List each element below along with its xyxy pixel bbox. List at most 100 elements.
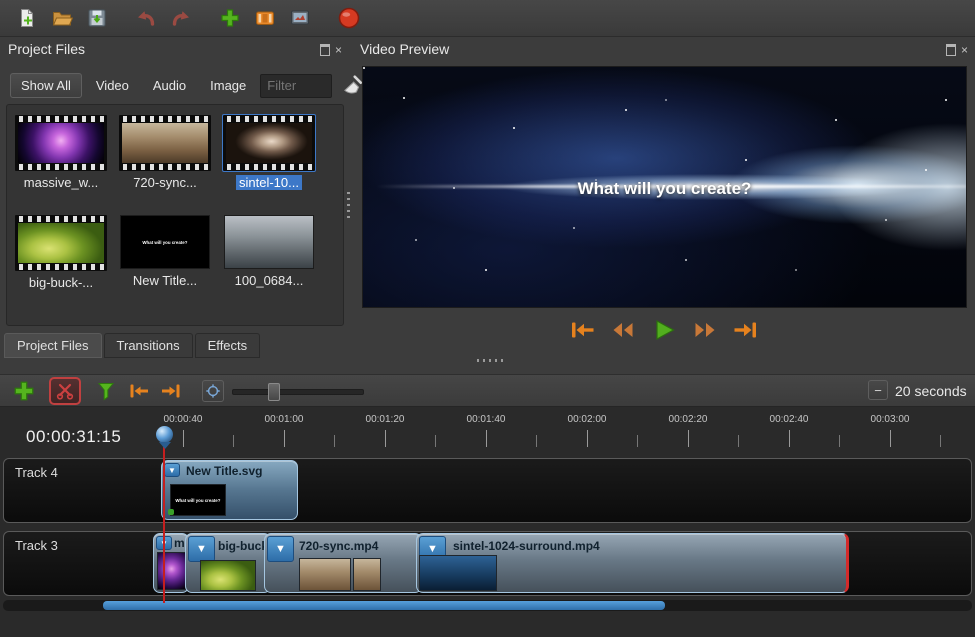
previous-marker-button[interactable] [128, 382, 150, 400]
zoom-scale-label: 20 seconds [895, 383, 967, 401]
fast-forward-button[interactable] [688, 316, 722, 344]
clip-new-title[interactable]: ▼ New Title.svg What will you create? [161, 460, 298, 520]
track-name: Track 4 [15, 465, 58, 480]
ruler-tick [637, 435, 638, 447]
file-item[interactable]: 720-sync... [113, 111, 217, 211]
clip-bigbuck[interactable]: ▼ big-buck- [185, 533, 271, 593]
clip-720-sync[interactable]: ▼ 720-sync.mp4 [264, 533, 422, 593]
timeline-ruler[interactable]: 00:00:40 00:01:00 00:01:20 00:01:40 00:0… [0, 407, 975, 455]
timeline-toolbar: − 20 seconds [0, 374, 975, 407]
razor-tool-button[interactable] [49, 377, 81, 405]
thumbnail-caption: What will you create? [142, 240, 187, 245]
choose-profile-button[interactable] [250, 3, 280, 33]
clip-menu-chevron-icon[interactable]: ▼ [188, 536, 215, 562]
fullscreen-button[interactable] [285, 3, 315, 33]
clip-sintel[interactable]: ▼ sintel-1024-surround.mp4 [416, 533, 849, 593]
file-item[interactable]: massive_w... [9, 111, 113, 211]
video-filter-button[interactable]: Video [86, 74, 139, 97]
undock-icon[interactable] [320, 44, 330, 56]
tab-transitions[interactable]: Transitions [104, 333, 193, 358]
title-thumbnail: What will you create? [120, 215, 210, 269]
image-filter-button[interactable]: Image [200, 74, 256, 97]
play-button[interactable] [647, 316, 681, 344]
redo-button[interactable] [166, 3, 196, 33]
project-files-title: Project Files [8, 41, 85, 59]
show-all-filter-button[interactable]: Show All [10, 73, 82, 98]
ruler-tick [334, 435, 335, 447]
clip-label: m [174, 536, 185, 550]
ruler-tick-label: 00:03:00 [871, 414, 910, 425]
video-preview-frame[interactable]: What will you create? [362, 66, 967, 308]
tab-effects[interactable]: Effects [195, 333, 261, 358]
jump-end-button[interactable] [729, 316, 763, 344]
add-track-button[interactable] [12, 379, 36, 403]
zoom-seconds-text: 20 seconds [895, 383, 967, 399]
undock-icon[interactable] [946, 44, 956, 56]
ruler-tick [284, 430, 285, 447]
video-preview-heading: Video Preview [360, 41, 449, 57]
zoom-out-button[interactable]: − [868, 380, 888, 400]
audio-filter-button[interactable]: Audio [143, 74, 196, 97]
ruler-tick [890, 430, 891, 447]
next-marker-button[interactable] [160, 382, 182, 400]
horizontal-splitter-handle[interactable] [477, 359, 504, 362]
save-icon [86, 7, 108, 29]
video-thumbnail [119, 115, 211, 171]
file-label: 100_0684... [235, 273, 304, 288]
close-icon[interactable]: × [961, 45, 968, 55]
video-preview-title: Video Preview [360, 41, 449, 59]
file-item[interactable]: big-buck-... [9, 211, 113, 311]
jump-start-button[interactable] [565, 316, 599, 344]
timeline-scrollbar-thumb[interactable] [103, 601, 665, 610]
export-icon [337, 6, 361, 30]
rewind-button[interactable] [606, 316, 640, 344]
video-thumbnail [15, 115, 107, 171]
jump-end-icon [732, 319, 760, 341]
file-label: sintel-10... [236, 175, 302, 190]
clip-label: New Title.svg [186, 464, 262, 478]
video-overlay-text: What will you create? [363, 179, 966, 199]
next-marker-icon [160, 382, 182, 400]
clip-menu-chevron-icon[interactable]: ▼ [164, 463, 180, 477]
open-project-button[interactable] [47, 3, 77, 33]
close-icon[interactable]: × [335, 45, 342, 55]
video-preview-dock-controls: × [946, 44, 968, 56]
undo-button[interactable] [131, 3, 161, 33]
ruler-tick [839, 435, 840, 447]
track-3[interactable]: Track 3 ▼ m ▼ big-buck- ▼ 720-sync.mp4 ▼… [3, 531, 972, 596]
center-playhead-button[interactable] [202, 380, 224, 402]
clip-menu-chevron-icon[interactable]: ▼ [267, 536, 294, 562]
clear-filter-broom-icon[interactable] [340, 74, 364, 98]
file-item[interactable]: What will you create? New Title... [113, 211, 217, 311]
clip-massive[interactable]: ▼ m [153, 533, 189, 593]
save-project-button[interactable] [82, 3, 112, 33]
timeline-scrollbar[interactable] [3, 600, 972, 611]
project-files-dock-controls: × [320, 44, 342, 56]
clip-thumbnail [353, 558, 381, 591]
clip-thumbnail [200, 560, 256, 591]
vertical-splitter-handle[interactable] [347, 192, 350, 218]
ruler-tick [940, 435, 941, 447]
export-video-button[interactable] [334, 3, 364, 33]
track-4[interactable]: Track 4 ▼ New Title.svg What will you cr… [3, 458, 972, 523]
zoom-slider-handle[interactable] [268, 383, 280, 401]
file-item-selected[interactable]: sintel-10... [217, 111, 321, 211]
add-track-plus-icon [12, 379, 36, 403]
timeline-area: 00:00:31:15 00:00:40 00:01:00 00:01:20 0… [0, 407, 975, 637]
ruler-tick-label: 00:02:00 [568, 414, 607, 425]
minus-icon: − [874, 383, 882, 398]
filter-input[interactable] [260, 74, 332, 98]
file-item[interactable]: 100_0684... [217, 211, 321, 311]
zoom-slider-track[interactable] [232, 389, 364, 395]
new-project-button[interactable] [12, 3, 42, 33]
tab-project-files[interactable]: Project Files [4, 333, 102, 358]
ruler-tick [435, 435, 436, 447]
playhead-handle[interactable] [156, 426, 173, 443]
open-folder-icon [51, 7, 73, 29]
playback-controls [352, 316, 975, 344]
snapping-button[interactable] [96, 381, 116, 401]
ruler-tick [789, 430, 790, 447]
fast-forward-icon [692, 319, 718, 341]
import-files-button[interactable] [215, 3, 245, 33]
track-name: Track 3 [15, 538, 58, 553]
